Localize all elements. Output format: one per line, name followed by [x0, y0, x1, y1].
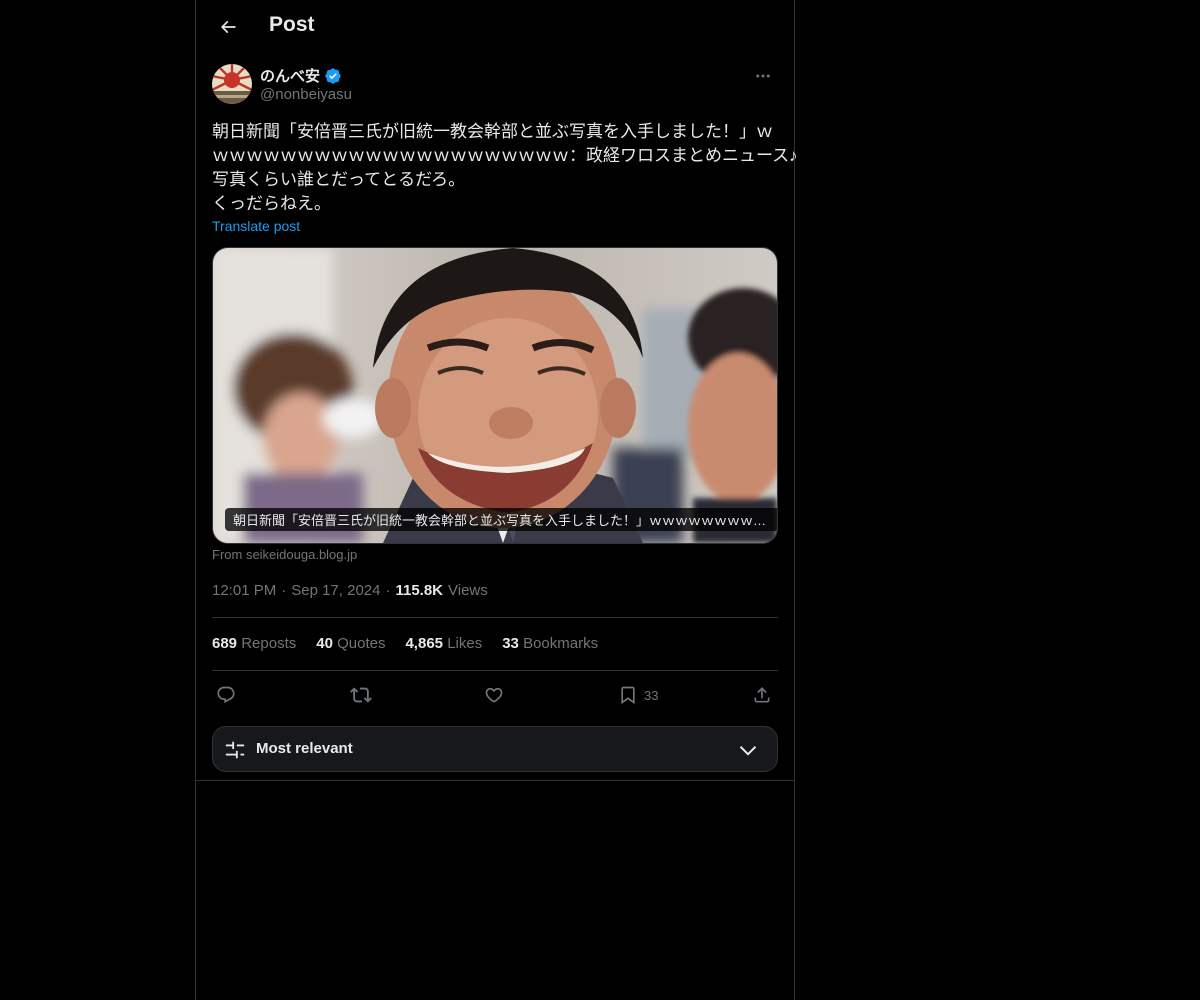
post-meta: 12:01 PM · Sep 17, 2024 · 115.8K Views: [212, 582, 488, 599]
bookmarks-stat[interactable]: 33 Bookmarks: [502, 635, 598, 652]
reply-button[interactable]: [216, 680, 236, 710]
card-photo: [213, 248, 777, 543]
bookmark-count: 33: [644, 687, 659, 703]
name-row: のんべ安: [260, 65, 342, 86]
chevron-down-icon: [739, 745, 757, 756]
more-icon: [756, 74, 770, 78]
reposts-stat[interactable]: 689 Reposts: [212, 635, 296, 652]
meta-separator: ·: [281, 582, 287, 599]
reply-sort-dropdown[interactable]: Most relevant: [212, 726, 778, 772]
engagement-stats: 689 Reposts 40 Quotes 4,865 Likes 33 Boo…: [212, 635, 598, 652]
page-header: Post: [196, 0, 794, 54]
post-date[interactable]: Sep 17, 2024: [291, 582, 380, 599]
likes-stat[interactable]: 4,865 Likes: [405, 635, 482, 652]
quotes-stat[interactable]: 40 Quotes: [316, 635, 385, 652]
stat-label: Quotes: [337, 635, 386, 652]
avatar-image: [212, 64, 252, 104]
handle[interactable]: @nonbeiyasu: [260, 86, 352, 103]
arrow-left-icon: [220, 20, 236, 34]
display-name[interactable]: のんべ安: [260, 65, 320, 86]
heart-icon: [485, 687, 503, 703]
filter-sliders-icon: [225, 741, 245, 759]
sort-label: Most relevant: [256, 740, 353, 757]
divider: [212, 617, 778, 618]
views-label: Views: [448, 582, 488, 599]
post-text: 朝日新聞「安倍晋三氏が旧統一教会幹部と並ぶ写真を入手しました！」ｗ ｗｗｗｗｗｗ…: [212, 120, 798, 216]
stat-number: 33: [502, 635, 519, 652]
page-title: Post: [269, 13, 315, 36]
stat-number: 40: [316, 635, 333, 652]
action-bar: 33: [212, 680, 778, 710]
stat-number: 689: [212, 635, 238, 652]
like-button[interactable]: [484, 680, 504, 710]
more-options-button[interactable]: [748, 64, 778, 88]
stat-label: Bookmarks: [523, 635, 599, 652]
translate-post-link[interactable]: Translate post: [212, 218, 300, 234]
avatar[interactable]: [212, 64, 252, 104]
views-count: 115.8K: [395, 582, 444, 599]
stat-label: Reposts: [241, 635, 297, 652]
share-button[interactable]: [752, 680, 772, 710]
post-author: のんべ安 @nonbeiyasu: [212, 64, 778, 108]
post-text-line: 朝日新聞「安倍晋三氏が旧統一教会幹部と並ぶ写真を入手しました！」ｗ: [212, 122, 773, 141]
post-time[interactable]: 12:01 PM: [212, 582, 276, 599]
divider: [196, 780, 794, 781]
back-button[interactable]: [208, 7, 248, 47]
link-card[interactable]: 朝日新聞「安倍晋三氏が旧統一教会幹部と並ぶ写真を入手しました！」ｗｗｗｗｗｗｗｗ…: [212, 247, 778, 544]
card-caption: 朝日新聞「安倍晋三氏が旧統一教会幹部と並ぶ写真を入手しました！」ｗｗｗｗｗｗｗｗ…: [225, 508, 777, 531]
reply-icon: [217, 686, 235, 704]
bookmark-icon: [621, 686, 635, 705]
verified-badge-icon: [325, 67, 341, 84]
post-text-line: 写真くらい誰とだってとるだろ。: [212, 170, 466, 189]
card-source[interactable]: From seikeidouga.blog.jp: [212, 547, 357, 562]
post-text-line: ｗｗｗｗｗｗｗｗｗｗｗｗｗｗｗｗｗｗｗｗｗ：政経ワロスまとめニュース♪: [212, 146, 798, 165]
stat-label: Likes: [447, 635, 483, 652]
bookmark-button[interactable]: 33: [618, 680, 658, 710]
repost-button[interactable]: [350, 680, 372, 710]
post-detail-column: Post のんべ安 @nonbeiyasu 朝日新聞「安倍晋三氏が旧統一教会幹部…: [195, 0, 798, 1000]
post-text-line: くっだらねえ。: [212, 194, 331, 213]
divider: [212, 670, 778, 671]
meta-separator: ·: [385, 582, 391, 599]
repost-icon: [350, 687, 372, 703]
share-icon: [754, 687, 770, 703]
stat-number: 4,865: [405, 635, 444, 652]
